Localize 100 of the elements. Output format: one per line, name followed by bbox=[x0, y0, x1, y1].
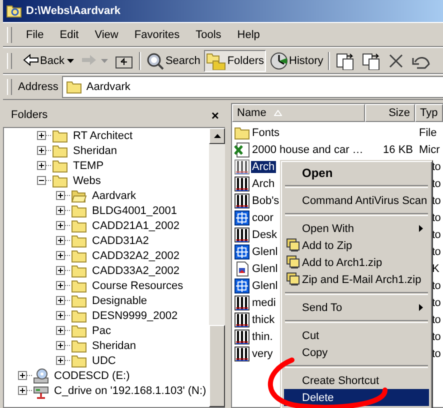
menu-item[interactable]: Zip and E-Mail Arch1.zip bbox=[284, 271, 429, 288]
submenu-arrow-icon bbox=[419, 304, 423, 311]
column-header[interactable]: Size bbox=[365, 104, 415, 122]
clock-icon bbox=[270, 52, 288, 70]
expand-icon[interactable] bbox=[56, 221, 65, 230]
expand-icon[interactable] bbox=[56, 281, 65, 290]
menu-item[interactable]: Copy bbox=[284, 344, 429, 361]
file-name[interactable]: 2000 house and car … bbox=[251, 144, 364, 156]
back-button[interactable]: Back bbox=[20, 50, 76, 72]
file-name[interactable]: Bob's bbox=[251, 194, 280, 206]
file-type: to bbox=[432, 348, 441, 360]
tree-item[interactable]: Sheridan bbox=[4, 338, 209, 353]
file-name[interactable]: very bbox=[251, 348, 274, 360]
file-type: File bbox=[418, 126, 437, 138]
expand-icon[interactable] bbox=[37, 161, 46, 170]
expand-icon[interactable] bbox=[37, 146, 46, 155]
menu-item[interactable]: View bbox=[86, 26, 126, 42]
file-type: to bbox=[432, 280, 441, 292]
tree-item[interactable]: C_drive on '192.168.1.103' (N:) bbox=[4, 383, 209, 398]
file-name[interactable]: Fonts bbox=[251, 126, 281, 138]
expand-icon[interactable] bbox=[56, 356, 65, 365]
tree-item[interactable]: Pac bbox=[4, 323, 209, 338]
collapse-icon[interactable] bbox=[37, 176, 46, 185]
menu-item[interactable]: Create Shortcut bbox=[284, 372, 429, 389]
menu-item[interactable]: Command AntiVirus Scan bbox=[284, 192, 429, 209]
search-icon bbox=[146, 52, 164, 70]
expand-icon[interactable] bbox=[37, 131, 46, 140]
drawing-file-icon bbox=[234, 192, 250, 208]
menu-item[interactable]: Send To bbox=[284, 299, 429, 316]
menu-item[interactable]: Tools bbox=[188, 26, 230, 42]
tree-item[interactable]: Designable bbox=[4, 293, 209, 308]
file-name[interactable]: Arch bbox=[251, 160, 276, 172]
close-button[interactable]: × bbox=[211, 108, 219, 122]
menu-item[interactable]: Favorites bbox=[126, 26, 188, 42]
file-type: Micr bbox=[418, 144, 440, 156]
menu-item[interactable]: Add to Zip bbox=[284, 237, 429, 254]
expand-icon[interactable] bbox=[56, 236, 65, 245]
tree-item[interactable]: Course Resources bbox=[4, 278, 209, 293]
scrollbar[interactable] bbox=[209, 128, 225, 407]
column-header[interactable]: Name bbox=[232, 104, 365, 122]
file-name[interactable]: Glenl bbox=[251, 280, 279, 292]
tree-item[interactable]: CADD31A2 bbox=[4, 233, 209, 248]
history-button[interactable]: History bbox=[268, 50, 326, 72]
address-field[interactable]: Aardvark bbox=[62, 76, 443, 98]
tree-item[interactable]: DESN9999_2002 bbox=[4, 308, 209, 323]
expand-icon[interactable] bbox=[18, 386, 27, 395]
folder-icon bbox=[71, 352, 87, 368]
menu-item[interactable]: Add to Arch1.zip bbox=[284, 254, 429, 271]
tree-item[interactable]: TEMP bbox=[4, 158, 209, 173]
scroll-up-button[interactable] bbox=[209, 128, 225, 144]
tree-item[interactable]: Sheridan bbox=[4, 143, 209, 158]
menu-item[interactable]: Open bbox=[284, 164, 429, 181]
tree-item[interactable]: CODESCD (E:) bbox=[4, 368, 209, 383]
folder-icon bbox=[52, 158, 68, 174]
expand-icon[interactable] bbox=[56, 206, 65, 215]
column-header[interactable]: Typ bbox=[415, 104, 443, 122]
expand-icon[interactable] bbox=[56, 251, 65, 260]
tree-item[interactable]: BLDG4001_2001 bbox=[4, 203, 209, 218]
expand-icon[interactable] bbox=[56, 191, 65, 200]
file-name[interactable]: Arch bbox=[251, 178, 276, 190]
cd-drive-icon bbox=[33, 368, 49, 384]
expand-icon[interactable] bbox=[56, 266, 65, 275]
folder-icon bbox=[52, 142, 68, 158]
open-folder-icon bbox=[71, 188, 87, 204]
folder-icon bbox=[71, 248, 87, 264]
tree-item[interactable]: CADD32A2_2002 bbox=[4, 248, 209, 263]
menu-item[interactable]: Help bbox=[229, 26, 268, 42]
tree-item[interactable]: UDC bbox=[4, 353, 209, 368]
expand-icon[interactable] bbox=[56, 341, 65, 350]
drawing-file-icon bbox=[234, 158, 250, 174]
folder-icon bbox=[71, 232, 87, 248]
menu-item[interactable]: Edit bbox=[52, 26, 87, 42]
tree-item[interactable]: Aardvark bbox=[4, 188, 209, 203]
menu-item[interactable]: Cut bbox=[284, 327, 429, 344]
expand-icon[interactable] bbox=[56, 326, 65, 335]
address-label: Address bbox=[18, 81, 58, 93]
tree-item[interactable]: CADD33A2_2002 bbox=[4, 263, 209, 278]
delete-x-icon bbox=[387, 52, 406, 70]
tree-item[interactable]: Webs bbox=[4, 173, 209, 188]
expand-icon[interactable] bbox=[56, 296, 65, 305]
folders-button[interactable]: Folders bbox=[204, 50, 266, 72]
file-name[interactable]: Glenl bbox=[251, 246, 279, 258]
search-button[interactable]: Search bbox=[144, 50, 202, 72]
menu-item[interactable]: Open With bbox=[284, 220, 429, 237]
file-name[interactable]: Glenl bbox=[251, 262, 279, 274]
tree-item[interactable]: RT Architect bbox=[4, 128, 209, 143]
zip-icon bbox=[286, 272, 300, 286]
menu-item[interactable]: File bbox=[18, 26, 52, 42]
submenu-arrow-icon bbox=[419, 225, 423, 232]
folder-icon bbox=[52, 128, 68, 144]
file-name[interactable]: coor bbox=[251, 212, 274, 224]
file-name[interactable]: thick bbox=[251, 314, 276, 326]
expand-icon[interactable] bbox=[56, 311, 65, 320]
tree-item[interactable]: CADD21A1_2002 bbox=[4, 218, 209, 233]
folder-icon bbox=[52, 172, 68, 188]
file-name[interactable]: Desk bbox=[251, 228, 278, 240]
scroll-thumb[interactable] bbox=[209, 325, 225, 407]
file-name[interactable]: thin. bbox=[251, 330, 274, 342]
file-name[interactable]: medi bbox=[251, 296, 277, 308]
expand-icon[interactable] bbox=[18, 371, 27, 380]
